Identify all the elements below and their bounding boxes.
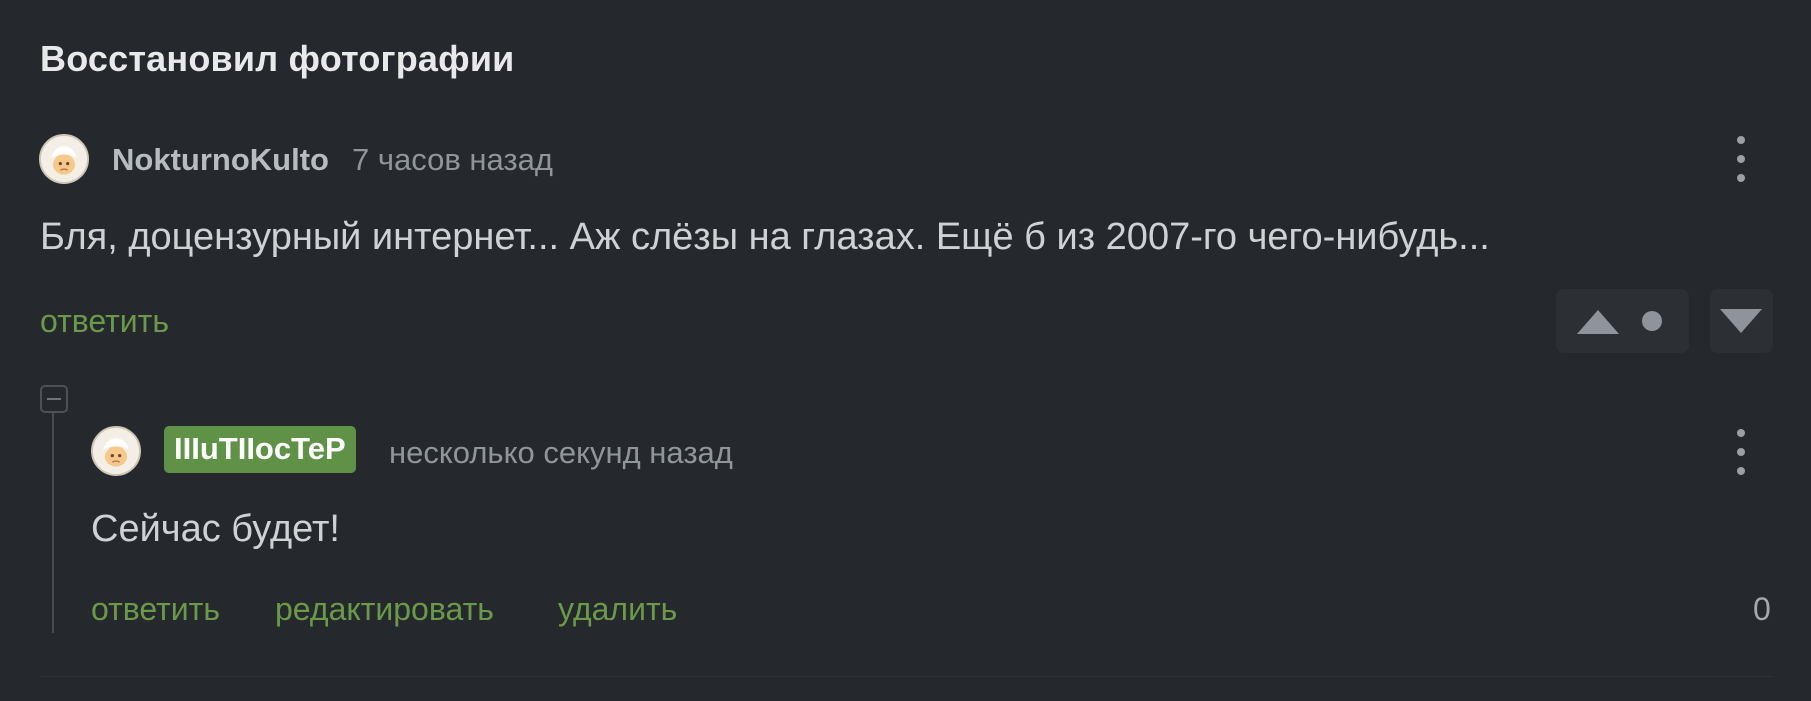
edit-link[interactable]: редактировать (275, 591, 494, 628)
more-vertical-icon[interactable] (1731, 136, 1751, 182)
downvote-button[interactable] (1710, 289, 1773, 353)
minus-icon[interactable] (40, 385, 68, 413)
more-vertical-icon[interactable] (1731, 429, 1751, 475)
comment-username[interactable]: NokturnoKulto (112, 142, 329, 178)
comment-timestamp: 7 часов назад (352, 142, 553, 177)
dot-icon (1642, 311, 1662, 336)
reply-username-badge[interactable]: IIIuTIIocTeP (164, 426, 356, 473)
reply-text: Сейчас будет! (91, 508, 340, 550)
delete-link[interactable]: удалить (558, 591, 677, 628)
reply-reply-link[interactable]: ответить (91, 591, 220, 628)
vote-group (1556, 289, 1689, 353)
reply-timestamp: несколько секунд назад (389, 435, 733, 470)
post-title: Восстановил фотографии (40, 38, 515, 79)
avatar-icon[interactable] (91, 426, 141, 476)
avatar-icon[interactable] (39, 134, 89, 184)
comment-text: Бля, доцензурный интернет... Аж слёзы на… (40, 216, 1490, 258)
triangle-up-icon[interactable] (1577, 310, 1619, 339)
divider (40, 676, 1773, 677)
reply-link[interactable]: ответить (40, 303, 169, 340)
thread-line[interactable] (52, 413, 54, 633)
reply-score: 0 (1753, 591, 1771, 627)
triangle-down-icon[interactable] (1720, 309, 1762, 338)
